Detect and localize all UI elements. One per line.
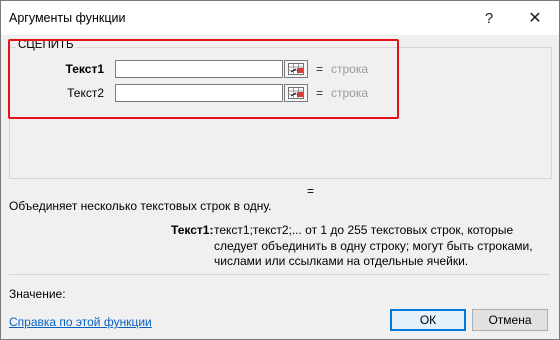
title-bar: Аргументы функции ? ✕	[1, 1, 559, 35]
ok-button[interactable]: ОК	[390, 309, 466, 331]
dialog-title: Аргументы функции	[9, 11, 126, 25]
help-button[interactable]: ?	[467, 3, 511, 33]
red-highlight-frame	[8, 39, 399, 119]
close-button[interactable]: ✕	[513, 3, 557, 33]
divider	[9, 274, 550, 275]
result-equals-sign: =	[307, 184, 315, 198]
function-arguments-dialog: Аргументы функции ? ✕ СЦЕПИТЬ Текст1 = с…	[0, 0, 560, 340]
function-description: Объединяет несколько текстовых строк в о…	[9, 199, 272, 213]
value-label: Значение:	[9, 287, 66, 301]
argument-description: текст1;текст2;... от 1 до 255 текстовых …	[214, 223, 533, 268]
cancel-button[interactable]: Отмена	[472, 309, 548, 331]
argument-description-label: Текст1:	[171, 223, 214, 237]
function-help-link[interactable]: Справка по этой функции	[9, 315, 152, 329]
